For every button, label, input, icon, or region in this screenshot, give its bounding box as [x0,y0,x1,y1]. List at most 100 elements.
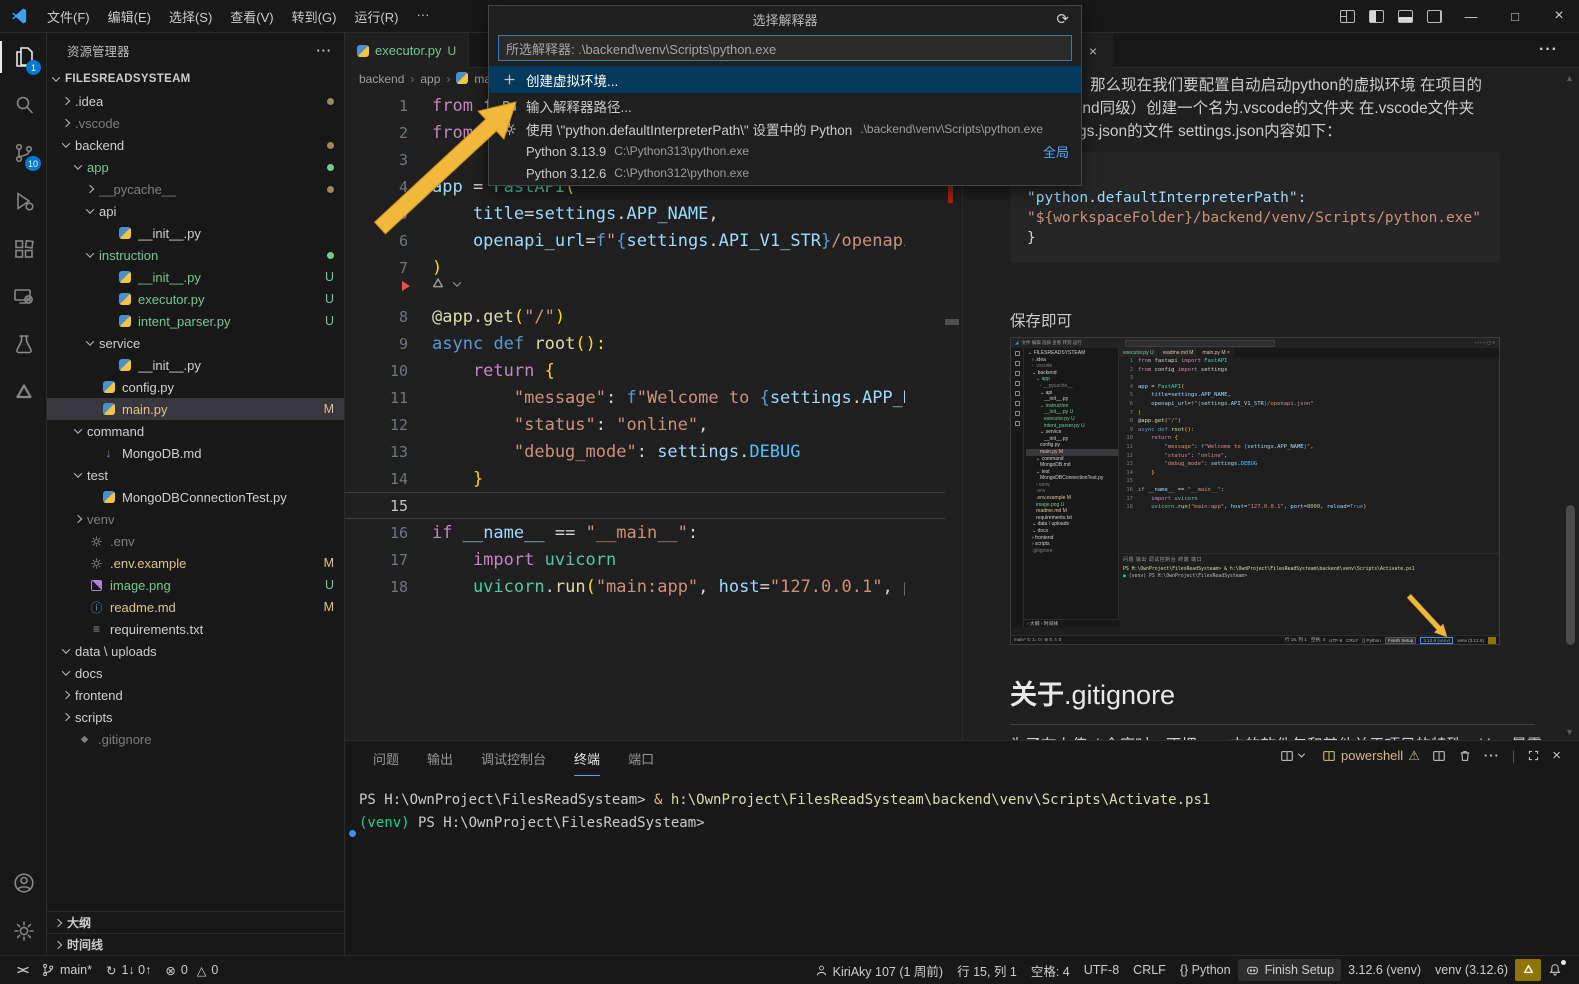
activity-explorer[interactable]: 1 [0,33,47,81]
breadcrumb-item[interactable]: backend [359,72,404,86]
tree-item-mongodbconnectiontest.py[interactable]: MongoDBConnectionTest.py [47,486,344,508]
tree-item-.vscode[interactable]: .vscode [47,112,344,134]
status-branch[interactable]: main* [34,959,99,981]
kill-terminal-icon[interactable] [1458,749,1472,763]
status-right-1[interactable]: 行 15, 列 1 [950,959,1024,981]
preview-scroll-down-icon[interactable]: ▼ [1565,727,1574,737]
minimize-button[interactable]: — [1451,0,1491,32]
toggle-panel-icon[interactable] [1398,10,1413,23]
status-right-2[interactable]: 空格: 4 [1024,959,1077,981]
status-right-ai-gold[interactable] [1515,959,1541,981]
breadcrumb-item[interactable]: app [420,72,440,86]
tree-item-requirements.txt[interactable]: ≡requirements.txt [47,618,344,640]
tree-item-api[interactable]: api [47,200,344,222]
tree-item-.idea[interactable]: .idea [47,90,344,112]
activity-run-debug[interactable] [0,177,47,225]
terminal-tab-powershell[interactable]: powershell ⚠ [1322,748,1420,764]
tree-item-__init__.py[interactable]: __init__.pyU [47,266,344,288]
quickpick-input[interactable] [498,35,1072,61]
preview-more-actions[interactable]: ··· [1539,41,1558,59]
tree-item-data-uploads[interactable]: data \ uploads [47,640,344,662]
activity-source-control[interactable]: 10 [0,129,47,177]
status-right-copilot[interactable]: Finish Setup [1238,959,1341,981]
tree-item-executor.py[interactable]: executor.pyU [47,288,344,310]
tree-item-.env[interactable]: .env [47,530,344,552]
tab-executor-py[interactable]: executor.py U [345,33,469,68]
tree-item-intent_parser.py[interactable]: intent_parser.pyU [47,310,344,332]
tree-item-frontend[interactable]: frontend [47,684,344,706]
toggle-secondary-sidebar-icon[interactable] [1427,10,1442,23]
status-right-5[interactable]: {} Python [1173,959,1238,981]
terminal-output[interactable]: PS H:\OwnProject\FilesReadSysteam> & h:\… [345,789,1210,835]
tree-item-config.py[interactable]: config.py [47,376,344,398]
tree-item-venv[interactable]: venv [47,508,344,530]
preview-scrollbar-thumb[interactable] [1566,505,1575,645]
tree-item-.gitignore[interactable]: ◆.gitignore [47,728,344,750]
activity-testing[interactable] [0,321,47,369]
panel-tab-问题[interactable]: 问题 [373,741,399,776]
explorer-more-actions[interactable]: ··· [317,44,333,58]
customize-layout-icon[interactable] [1340,10,1355,23]
menu-4[interactable]: 转到(G) [283,7,346,26]
menu-0[interactable]: 文件(F) [38,7,99,26]
refresh-icon[interactable]: ⟳ [1056,10,1069,28]
tree-item-__init__.py[interactable]: __init__.py [47,222,344,244]
editor-scrollbar[interactable] [945,90,962,740]
panel-tab-终端[interactable]: 终端 [574,741,600,776]
sidebar-section-时间线[interactable]: 时间线 [47,933,344,955]
launch-profile-button[interactable] [1280,749,1310,763]
status-remote[interactable]: >< [10,959,34,981]
tree-item-main.py[interactable]: main.pyM [47,398,344,420]
menu-6[interactable]: ··· [407,7,438,22]
status-right-7[interactable]: 3.12.6 (venv) [1341,959,1428,981]
preview-scroll-up-icon[interactable]: ▲ [1565,73,1574,83]
tree-item-mongodb.md[interactable]: ↓MongoDB.md [47,442,344,464]
status-right-4[interactable]: CRLF [1126,959,1173,981]
panel-tab-调试控制台[interactable]: 调试控制台 [481,741,546,776]
menu-1[interactable]: 编辑(E) [99,7,160,26]
tree-item-docs[interactable]: docs [47,662,344,684]
activity-extensions[interactable] [0,225,47,273]
quickpick-item-2[interactable]: 使用 \"python.defaultInterpreterPath\" 设置中… [489,118,1081,140]
menu-5[interactable]: 运行(R) [345,7,407,26]
tree-item-command[interactable]: command [47,420,344,442]
status-right-8[interactable]: venv (3.12.6) [1428,959,1515,981]
close-panel-icon[interactable]: × [1552,747,1561,764]
tree-item-app[interactable]: app [47,156,344,178]
maximize-button[interactable]: □ [1495,0,1535,32]
quickpick-item-1[interactable]: 输入解释器路径... [489,93,1081,118]
tree-item-service[interactable]: service [47,332,344,354]
panel-more-actions[interactable]: ··· [1484,748,1500,763]
status-sync[interactable]: ↻1↓ 0↑ [99,959,158,981]
command-decoration-dot[interactable] [349,830,356,837]
tree-item-filesreadsysteam[interactable]: FILESREADSYSTEAM [47,68,344,90]
tree-item-instruction[interactable]: instruction [47,244,344,266]
menu-3[interactable]: 查看(V) [221,7,282,26]
tree-item-scripts[interactable]: scripts [47,706,344,728]
quickpick-item-0[interactable]: 创建虚拟环境... [489,66,1081,93]
maximize-panel-icon[interactable] [1527,749,1540,762]
tree-item-image.png[interactable]: image.pngU [47,574,344,596]
activity-ai[interactable] [0,369,47,417]
panel-tab-端口[interactable]: 端口 [628,741,654,776]
copilot-inline-icon[interactable] [430,276,466,292]
toggle-sidebar-icon[interactable] [1369,10,1384,23]
activity-account[interactable] [0,859,47,907]
tree-item-test[interactable]: test [47,464,344,486]
status-right-3[interactable]: UTF-8 [1077,959,1126,981]
quickpick-item-3[interactable]: Python 3.13.9C:\Python313\python.exe全局 [489,140,1081,162]
tree-item-__pycache__[interactable]: __pycache__ [47,178,344,200]
activity-settings[interactable] [0,907,47,955]
split-terminal-icon[interactable] [1432,749,1446,763]
status-errwarn[interactable]: ⊗0△0 [158,959,225,981]
sidebar-section-大纲[interactable]: 大纲 [47,911,344,933]
tree-item-backend[interactable]: backend [47,134,344,156]
tree-item-.env.example[interactable]: .env.exampleM [47,552,344,574]
panel-tab-输出[interactable]: 输出 [427,741,453,776]
close-button[interactable]: × [1539,0,1579,32]
activity-search[interactable] [0,81,47,129]
tree-item-readme.md[interactable]: ⓘreadme.mdM [47,596,344,618]
status-right-person[interactable]: KiriAky 107 (1 周前) [808,959,950,981]
menu-2[interactable]: 选择(S) [160,7,221,26]
activity-remote[interactable] [0,273,47,321]
